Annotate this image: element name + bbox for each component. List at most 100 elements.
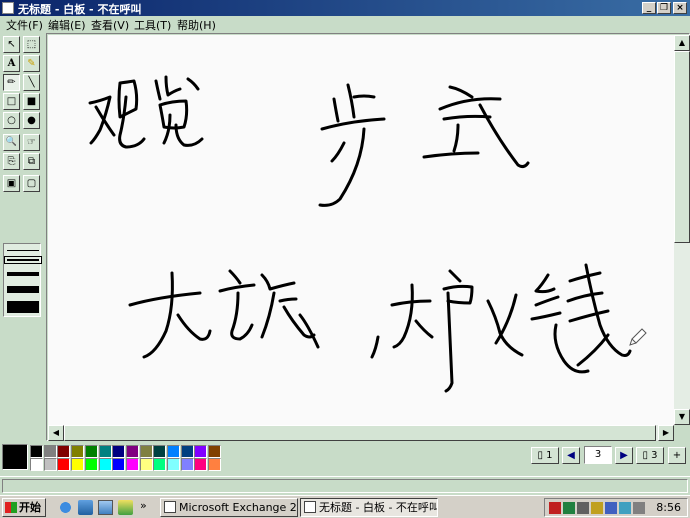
tool-select-window[interactable]: ▣ [3, 175, 20, 192]
tool-select[interactable]: ↖ [3, 36, 20, 53]
task-exchange[interactable]: Microsoft Exchange 2000 ... [160, 498, 298, 517]
menu-tools[interactable]: 工具(T) [134, 17, 171, 33]
stroke [318, 127, 366, 207]
next-page-button[interactable]: ▶ [615, 447, 633, 464]
tool-select-area[interactable]: ▢ [23, 175, 40, 192]
vertical-scrollbar[interactable]: ▲ ▼ [674, 35, 690, 425]
rect-filled-icon: ■ [26, 96, 37, 107]
task-whiteboard[interactable]: 无标题 - 白板 - 不在呼叫 [300, 498, 438, 517]
color-swatch[interactable] [139, 458, 153, 471]
tray-display-icon[interactable] [619, 502, 631, 514]
close-button[interactable]: × [673, 2, 687, 14]
insert-page-button[interactable]: + [668, 447, 686, 464]
color-swatch[interactable] [43, 445, 57, 458]
color-swatch[interactable] [30, 458, 43, 471]
color-swatch[interactable] [57, 445, 71, 458]
color-swatch[interactable] [180, 445, 194, 458]
previous-page-button[interactable]: ◀ [562, 447, 580, 464]
internet-explorer-icon[interactable] [58, 500, 73, 515]
line-width-1[interactable] [7, 250, 39, 251]
more-quicklaunch-icon[interactable]: » [140, 499, 147, 512]
page-number-input[interactable]: 3 [584, 446, 612, 464]
taskbar: 开始 » Microsoft Exchange 2000 ... 无标题 - 白… [0, 495, 690, 518]
scroll-left-button[interactable]: ◀ [48, 425, 64, 441]
color-swatch[interactable] [112, 458, 126, 471]
scroll-up-button[interactable]: ▲ [674, 35, 690, 51]
menu-help[interactable]: 帮助(H) [177, 17, 216, 33]
color-swatch[interactable] [194, 458, 208, 471]
color-swatch[interactable] [167, 458, 180, 471]
color-swatch[interactable] [57, 458, 71, 471]
color-swatch[interactable] [153, 445, 167, 458]
color-swatch[interactable] [84, 445, 98, 458]
tray-network-icon[interactable] [549, 502, 561, 514]
tool-highlighter[interactable]: ✎ [23, 55, 40, 72]
line-width-2[interactable] [4, 256, 42, 264]
color-swatch[interactable] [112, 445, 126, 458]
menu-edit[interactable]: 编辑(E) [48, 17, 86, 33]
minimize-button[interactable]: _ [642, 2, 656, 14]
tool-ellipse-filled[interactable]: ● [23, 112, 40, 129]
whiteboard-app-icon[interactable] [2, 2, 14, 14]
line-width-3[interactable] [7, 272, 39, 276]
color-swatch[interactable] [153, 458, 167, 471]
tool-remote-pointer[interactable]: ☞ [23, 134, 40, 151]
vertical-scroll-thumb[interactable] [674, 51, 690, 243]
show-desktop-icon[interactable] [98, 500, 113, 515]
stroke [530, 273, 562, 321]
media-player-icon[interactable] [118, 500, 133, 515]
stroke [448, 269, 462, 283]
color-swatch[interactable] [98, 445, 112, 458]
maximize-button[interactable]: ❐ [657, 2, 671, 14]
whiteboard-canvas[interactable] [48, 35, 674, 425]
color-swatch[interactable] [125, 445, 139, 458]
color-swatch[interactable] [180, 458, 194, 471]
title-bar: 无标题 - 白板 - 不在呼叫 _ ❐ × [0, 0, 690, 16]
scroll-right-button[interactable]: ▶ [658, 425, 674, 441]
color-swatch[interactable] [208, 445, 222, 458]
color-swatch[interactable] [71, 445, 85, 458]
last-page-button[interactable]: ▯ 3 [636, 447, 664, 464]
tray-messenger-icon[interactable] [591, 502, 603, 514]
menu-file[interactable]: 文件(F) [6, 17, 43, 33]
menu-view[interactable]: 查看(V) [91, 17, 129, 33]
start-button[interactable]: 开始 [2, 498, 46, 517]
clock[interactable]: 8:56 [656, 501, 681, 514]
horizontal-scrollbar[interactable]: ◀ ▶ [48, 425, 674, 441]
color-swatch[interactable] [43, 458, 57, 471]
color-swatch[interactable] [208, 458, 222, 471]
tool-rectangle-outline[interactable]: □ [3, 93, 20, 110]
outlook-express-icon[interactable] [78, 500, 93, 515]
scroll-down-button[interactable]: ▼ [674, 409, 690, 425]
tool-pen[interactable]: ✏ [3, 74, 20, 91]
tool-select-region[interactable]: ⬚ [23, 36, 40, 53]
task-whiteboard-label: 无标题 - 白板 - 不在呼叫 [319, 501, 438, 514]
line-width-4[interactable] [7, 286, 39, 293]
tool-lock-contents[interactable]: ⎘ [3, 153, 20, 170]
synchronize-icon: ⧉ [27, 156, 36, 167]
color-swatch[interactable] [139, 445, 153, 458]
tray-connection-icon[interactable] [563, 502, 575, 514]
horizontal-scroll-thumb[interactable] [64, 425, 656, 441]
line-width-5[interactable] [7, 301, 39, 313]
stroke [414, 319, 434, 339]
tool-line[interactable]: ╲ [23, 74, 40, 91]
color-swatch[interactable] [167, 445, 180, 458]
tool-zoom[interactable]: 🔍 [3, 134, 20, 151]
select-window-icon: ▣ [6, 178, 17, 189]
tool-text[interactable]: A [3, 55, 20, 72]
color-swatch[interactable] [84, 458, 98, 471]
color-swatch[interactable] [30, 445, 43, 458]
first-page-button[interactable]: ▯ 1 [531, 447, 559, 464]
tool-rectangle-filled[interactable]: ■ [23, 93, 40, 110]
current-color[interactable] [2, 444, 28, 470]
tool-ellipse-outline[interactable]: ○ [3, 112, 20, 129]
tray-netmeeting-icon[interactable] [605, 502, 617, 514]
tray-volume-icon[interactable] [577, 502, 589, 514]
tray-other-icon[interactable] [633, 502, 645, 514]
color-swatch[interactable] [98, 458, 112, 471]
color-swatch[interactable] [194, 445, 208, 458]
tool-synchronize[interactable]: ⧉ [23, 153, 40, 170]
color-swatch[interactable] [71, 458, 85, 471]
color-swatch[interactable] [125, 458, 139, 471]
